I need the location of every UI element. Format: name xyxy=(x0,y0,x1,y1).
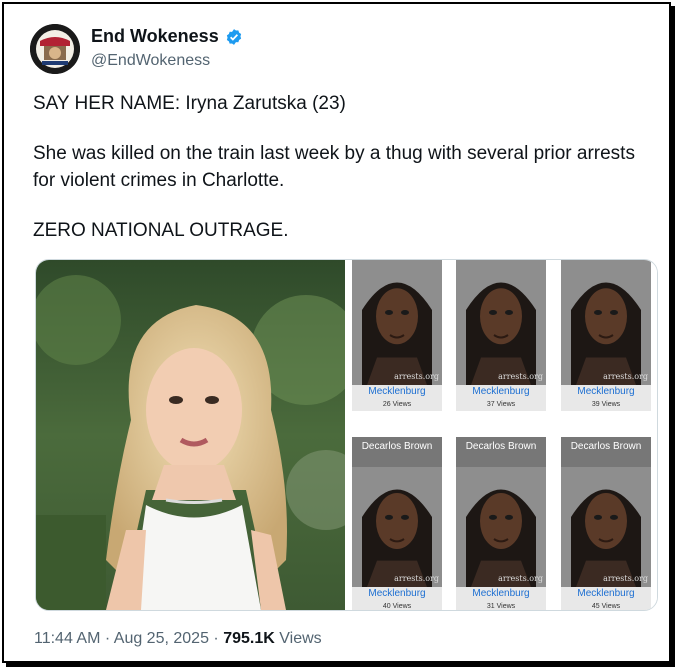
county-link[interactable]: Mecklenburg xyxy=(561,587,651,601)
tweet-meta: 11:44 AM · Aug 25, 2025 · 795.1K Views xyxy=(34,630,322,648)
views-text: 39 Views xyxy=(561,399,651,411)
tweet-line-3: ZERO NATIONAL OUTRAGE. xyxy=(33,220,289,241)
mugshot-card[interactable]: arrests.org Mecklenburg 39 Views xyxy=(561,260,651,411)
county-link[interactable]: Mecklenburg xyxy=(456,587,546,601)
mugshot-grid[interactable]: arrests.org Mecklenburg 26 Views arrests.or… xyxy=(348,260,657,610)
mugshot-photo xyxy=(456,260,546,385)
watermark-text: arrests.org xyxy=(394,372,439,381)
views-label: Views xyxy=(279,630,322,647)
mugshot-photo xyxy=(352,467,442,587)
meta-separator-2: · xyxy=(213,630,219,647)
tweet-text: SAY HER NAME: Iryna Zarutska (23) She wa… xyxy=(33,90,653,267)
mugshot-photo xyxy=(561,467,651,587)
tweet-date[interactable]: Aug 25, 2025 xyxy=(114,630,209,647)
media-attachment[interactable]: arrests.org Mecklenburg 26 Views arrests.or… xyxy=(35,259,658,611)
mugshot-card[interactable]: Decarlos Brown arrests.org Mecklenburg 40 V… xyxy=(352,437,442,610)
county-link[interactable]: Mecklenburg xyxy=(352,587,442,601)
tweet-time[interactable]: 11:44 AM xyxy=(34,630,100,647)
views-text: 37 Views xyxy=(456,399,546,411)
watermark-text: arrests.org xyxy=(498,574,543,583)
mugshot-name-label: Decarlos Brown xyxy=(561,437,651,467)
county-link[interactable]: Mecklenburg xyxy=(352,385,442,399)
watermark-text: arrests.org xyxy=(603,372,648,381)
views-text: 45 Views xyxy=(561,601,651,610)
author-name-row[interactable]: End Wokeness xyxy=(91,26,243,47)
mugshot-card[interactable]: Decarlos Brown arrests.org Mecklenburg 31 V… xyxy=(456,437,546,610)
mugshot-name-label: Decarlos Brown xyxy=(352,437,442,467)
tweet-card: End Wokeness @EndWokeness SAY HER NAME: … xyxy=(2,2,671,663)
mugshot-card[interactable]: arrests.org Mecklenburg 26 Views xyxy=(352,260,442,411)
mugshot-card[interactable]: arrests.org Mecklenburg 37 Views xyxy=(456,260,546,411)
mugshot-card[interactable]: Decarlos Brown arrests.org Mecklenburg 45 V… xyxy=(561,437,651,610)
views-text: 40 Views xyxy=(352,601,442,610)
avatar[interactable] xyxy=(30,24,80,74)
views-text: 31 Views xyxy=(456,601,546,610)
tweet-line-2: She was killed on the train last week by… xyxy=(33,143,635,191)
mugshot-name-label: Decarlos Brown xyxy=(456,437,546,467)
mugshot-photo xyxy=(456,467,546,587)
mugshot-photo xyxy=(352,260,442,385)
watermark-text: arrests.org xyxy=(603,574,648,583)
views-count: 795.1K xyxy=(223,630,275,647)
author-display-name[interactable]: End Wokeness xyxy=(91,26,219,47)
author-handle[interactable]: @EndWokeness xyxy=(91,52,210,70)
portrait-photo[interactable] xyxy=(36,260,345,610)
mugshot-photo xyxy=(561,260,651,385)
county-link[interactable]: Mecklenburg xyxy=(456,385,546,399)
watermark-text: arrests.org xyxy=(394,574,439,583)
verified-badge-icon xyxy=(226,28,241,45)
views-text: 26 Views xyxy=(352,399,442,411)
meta-separator: · xyxy=(104,630,111,647)
watermark-text: arrests.org xyxy=(498,372,543,381)
avatar-emblem-icon xyxy=(30,24,80,74)
tweet-line-1: SAY HER NAME: Iryna Zarutska (23) xyxy=(33,93,346,114)
county-link[interactable]: Mecklenburg xyxy=(561,385,651,399)
